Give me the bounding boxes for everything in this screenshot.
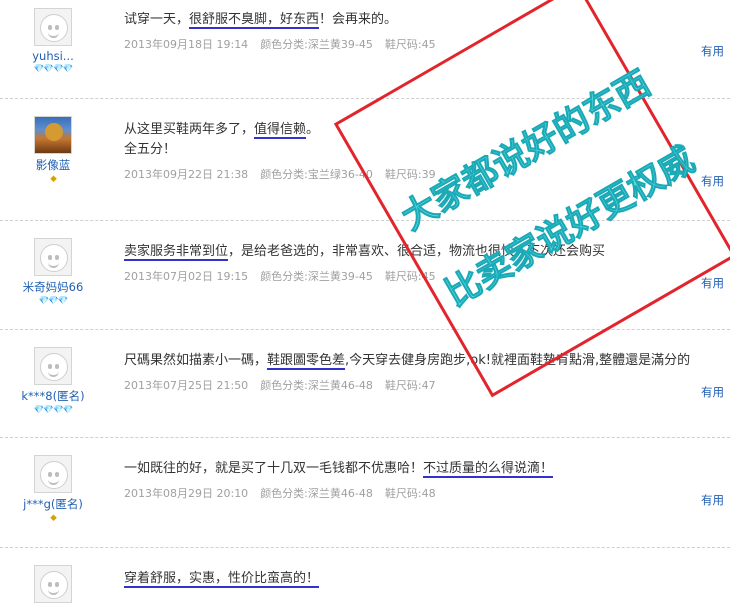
reviewer: j***g(匿名) ◆ [0, 455, 106, 523]
text-segment: 一如既往的好，就是买了十几双一毛钱都不优惠哈！ [124, 461, 424, 476]
highlighted-phrase: 穿着舒服，实惠，性价比蛮高的！ [124, 571, 320, 588]
reputation-badge-icon: 💎💎💎💎 [33, 405, 73, 415]
review-date: 2013年07月25日 21:50 [124, 379, 249, 392]
color-class: 颜色分类:宝兰绿36-40 [260, 168, 373, 181]
color-class: 颜色分类:深兰黄39-45 [260, 270, 373, 283]
review-item: 穿着舒服，实惠，性价比蛮高的！ [0, 547, 730, 603]
reviewer-name[interactable]: j***g(匿名) [0, 496, 106, 512]
text-segment: ！会再来的。 [319, 12, 398, 27]
color-class: 颜色分类:深兰黄46-48 [260, 379, 373, 392]
review-item: j***g(匿名) ◆ 一如既往的好，就是买了十几双一毛钱都不优惠哈！不过质量的么得… [0, 437, 730, 548]
default-avatar-icon[interactable] [34, 347, 72, 385]
text-segment: 试穿一天， [124, 12, 190, 27]
useful-button[interactable]: 有用 [701, 384, 724, 400]
useful-button[interactable]: 有用 [701, 492, 724, 508]
reviewer-name[interactable]: 影像蓝 [0, 157, 106, 173]
review-meta: 2013年07月25日 21:50 颜色分类:深兰黄46-48 鞋尺码:47 [124, 377, 690, 393]
useful-button[interactable]: 有用 [701, 43, 724, 59]
reviewer-name[interactable]: k***8(匿名) [0, 388, 106, 404]
highlighted-phrase: 鞋跟圖零色差 [267, 353, 346, 370]
highlighted-phrase: 值得信赖 [254, 122, 307, 139]
reputation-badge-icon: 💎💎💎 [38, 296, 69, 306]
default-avatar-icon[interactable] [34, 565, 72, 603]
color-class: 颜色分类:深兰黄46-48 [260, 487, 373, 500]
reviewer: k***8(匿名) 💎💎💎💎 [0, 347, 106, 415]
shoe-size: 鞋尺码:48 [384, 487, 436, 500]
review-date: 2013年08月29日 20:10 [124, 487, 249, 500]
text-segment: 从这里买鞋两年多了， [124, 122, 255, 137]
review-date: 2013年09月18日 19:14 [124, 38, 249, 51]
review-meta: 2013年09月18日 19:14 颜色分类:深兰黄39-45 鞋尺码:45 [124, 36, 448, 52]
reviewer-name[interactable]: yuhsi... [0, 49, 106, 63]
reviewer: yuhsi... 💎💎💎💎 [0, 8, 106, 74]
review-date: 2013年09月22日 21:38 [124, 168, 249, 181]
highlighted-phrase: 不过质量的么得说滴！ [423, 461, 554, 478]
review-item: k***8(匿名) 💎💎💎💎 尺碼果然如描素小一碼，鞋跟圖零色差,今天穿去健身房跑步… [0, 329, 730, 438]
useful-button[interactable]: 有用 [701, 275, 724, 291]
text-segment: 。 [306, 122, 320, 137]
reviewer [0, 565, 106, 603]
review-meta: 2013年08月29日 20:10 颜色分类:深兰黄46-48 鞋尺码:48 [124, 485, 553, 501]
default-avatar-icon[interactable] [34, 455, 72, 493]
review-date: 2013年07月02日 19:15 [124, 270, 249, 283]
review-text: 尺碼果然如描素小一碼，鞋跟圖零色差,今天穿去健身房跑步,ok!就裡面鞋墊有點滑,… [124, 351, 690, 371]
avatar-photo[interactable] [34, 116, 72, 154]
review-text: 穿着舒服，实惠，性价比蛮高的！ [124, 569, 320, 589]
default-avatar-icon[interactable] [34, 238, 72, 276]
review-text: 一如既往的好，就是买了十几双一毛钱都不优惠哈！不过质量的么得说滴！ [124, 459, 554, 479]
reviewer-name[interactable]: 米奇妈妈66 [0, 279, 106, 295]
review-text: 试穿一天，很舒服不臭脚，好东西！会再来的。 [124, 10, 448, 30]
highlighted-phrase: 很舒服不臭脚，好东西 [189, 12, 320, 29]
highlighted-phrase: 卖家服务非常到位 [124, 244, 229, 261]
shoe-size: 鞋尺码:47 [384, 379, 436, 392]
reviewer: 米奇妈妈66 💎💎💎 [0, 238, 106, 306]
shoe-size: 鞋尺码:45 [384, 38, 436, 51]
reviewer: 影像蓝 ◆ [0, 116, 106, 184]
reputation-badge-icon: ◆ [50, 513, 57, 523]
reputation-badge-icon: ◆ [50, 174, 57, 184]
color-class: 颜色分类:深兰黄39-45 [260, 38, 373, 51]
useful-button[interactable]: 有用 [701, 173, 724, 189]
default-avatar-icon[interactable] [34, 8, 72, 46]
reputation-badge-icon: 💎💎💎💎 [33, 64, 73, 74]
text-segment: 尺碼果然如描素小一碼， [124, 353, 268, 368]
